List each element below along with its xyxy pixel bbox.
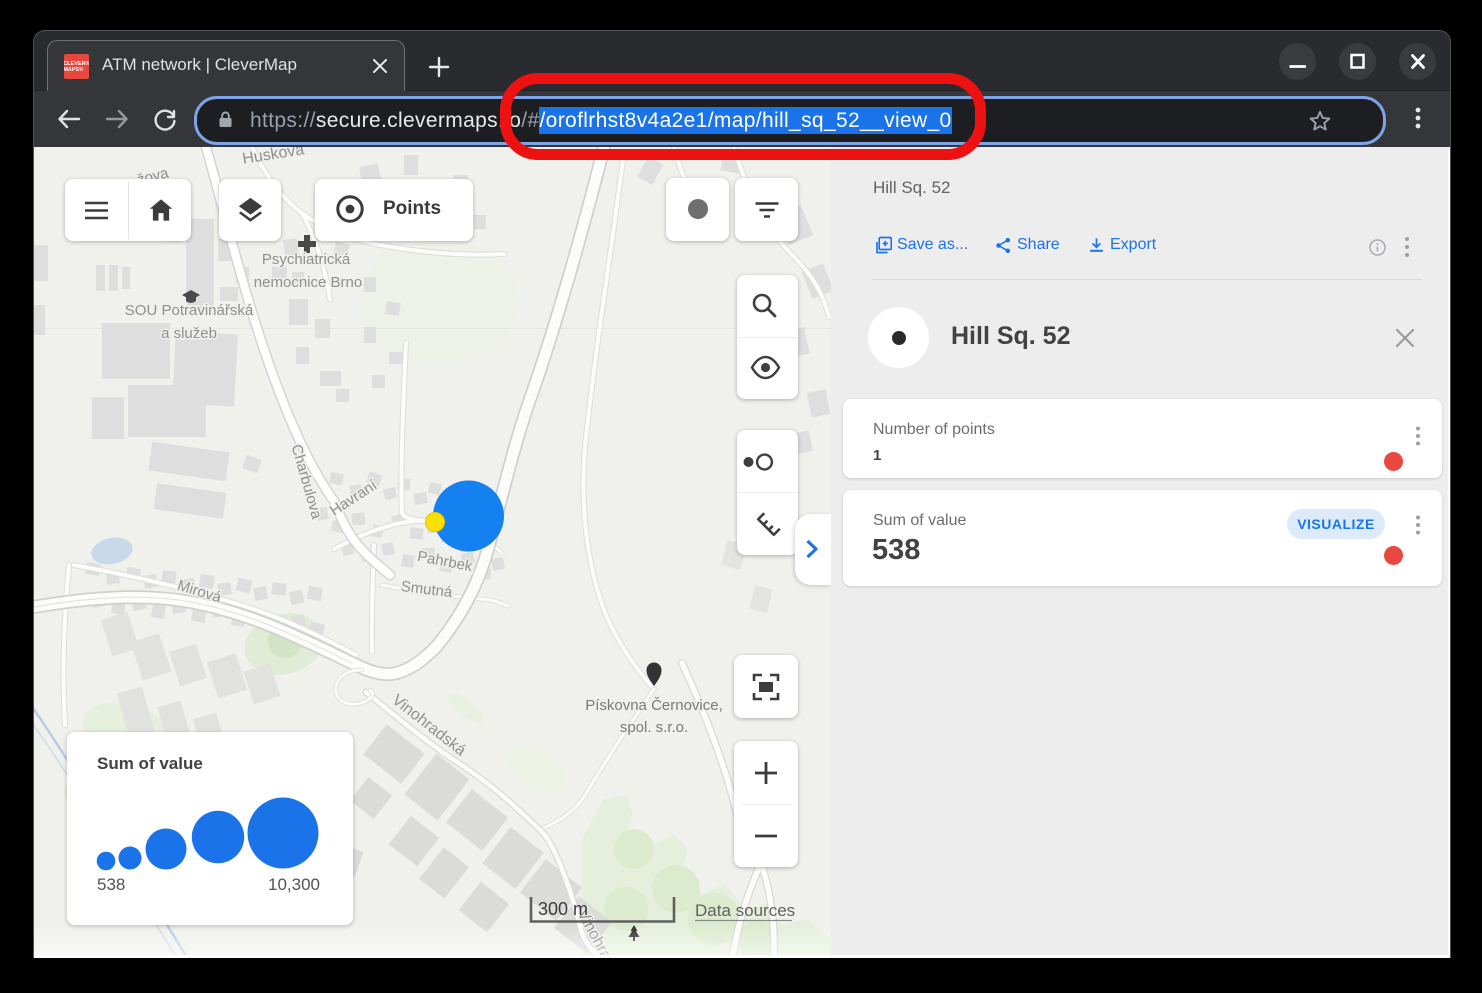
- svg-text:SOU Potravinářská: SOU Potravinářská: [125, 302, 254, 319]
- svg-text:spol. s.r.o.: spol. s.r.o.: [620, 719, 688, 736]
- svg-text:Data sources: Data sources: [695, 901, 795, 920]
- svg-text:nemocnice Brno: nemocnice Brno: [254, 274, 362, 291]
- svg-text:300 m: 300 m: [538, 899, 588, 919]
- svg-text:Pískovna Černovice,: Pískovna Černovice,: [585, 697, 723, 714]
- svg-text:a služeb: a služeb: [161, 325, 217, 342]
- svg-text:Psychiatrická: Psychiatrická: [262, 251, 351, 268]
